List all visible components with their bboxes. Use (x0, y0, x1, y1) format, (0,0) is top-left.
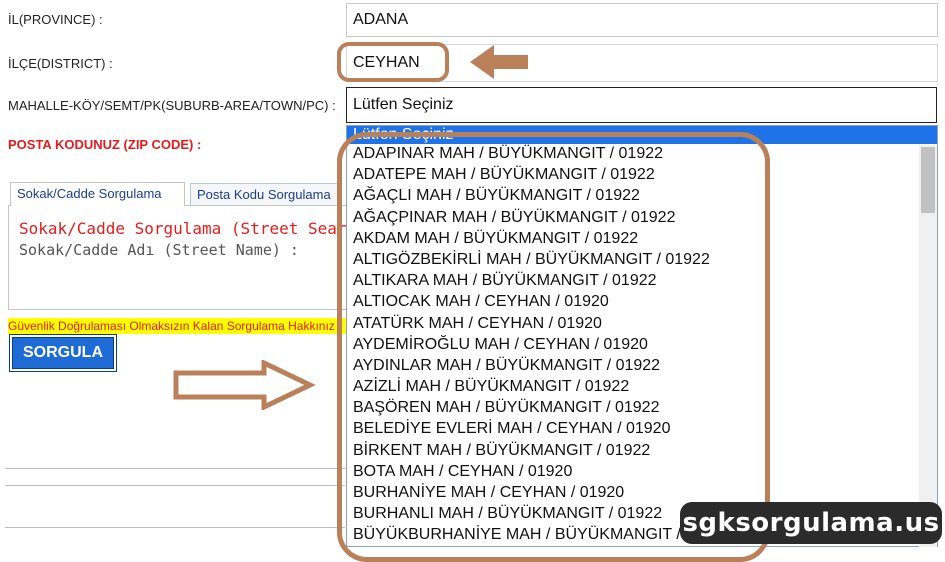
separator-line (5, 468, 345, 469)
scrollbar-thumb[interactable] (921, 147, 935, 213)
street-name-label: Sokak/Cadde Adı (Street Name) : (19, 241, 299, 259)
watermark-label: sgksorgulama.us (680, 502, 942, 544)
tab-postal-code-search[interactable]: Posta Kodu Sorgulama (190, 183, 340, 205)
dropdown-scrollbar[interactable] (919, 145, 937, 547)
district-highlight-box (337, 42, 449, 82)
district-label: İLÇE(DISTRICT) : (8, 56, 113, 71)
dropdown-highlight-box (337, 132, 770, 562)
suburb-label: MAHALLE-KÖY/SEMT/PK(SUBURB-AREA/TOWN/PC)… (8, 98, 336, 113)
province-label: İL(PROVINCE) : (8, 12, 103, 27)
query-button[interactable]: SORGULA (9, 334, 117, 372)
right-arrow-annotation-icon (173, 360, 316, 410)
zip-code-label: POSTA KODUNUZ (ZIP CODE) : (8, 137, 202, 152)
separator-line (5, 527, 345, 528)
separator-line (5, 485, 345, 486)
suburb-select[interactable]: Lütfen Seçiniz (346, 87, 937, 123)
street-search-heading: Sokak/Cadde Sorgulama (Street Search) (19, 219, 376, 238)
province-field[interactable]: ADANA (346, 3, 938, 37)
tab-street-search[interactable]: Sokak/Cadde Sorgulama (10, 182, 185, 206)
left-arrow-annotation-icon (470, 45, 528, 79)
security-warning-text: Güvenlik Doğrulaması Olmaksızın Kalan So… (8, 318, 348, 334)
